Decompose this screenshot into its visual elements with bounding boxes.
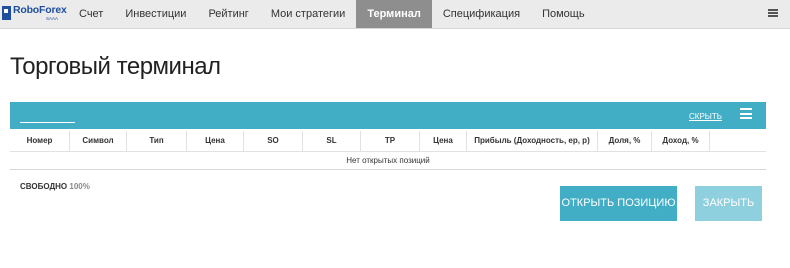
column-header-share: Доля, % [598, 131, 652, 151]
column-header-so: SO [244, 131, 303, 151]
no-positions-message: Нет открытых позиций [10, 152, 766, 170]
column-header-income: Доход, % [652, 131, 710, 151]
open-position-button[interactable]: ОТКРЫТЬ ПОЗИЦИЮ [560, 186, 677, 221]
column-header-tp: TP [361, 131, 420, 151]
terminal-toolbar: СКРЫТЬ [10, 102, 766, 129]
logo-text: RoboForex [13, 4, 67, 16]
nav-item-specification[interactable]: Спецификация [432, 0, 531, 28]
close-button[interactable]: ЗАКРЫТЬ [695, 186, 762, 221]
free-funds-label: СВОБОДНО [20, 182, 68, 191]
column-header-price: Цена [187, 131, 244, 151]
hide-terminal-link[interactable]: СКРЫТЬ [689, 112, 722, 121]
column-header-number: Номер [10, 131, 70, 151]
logo-subtext: SAAA [46, 16, 59, 21]
column-header-type: Тип [127, 131, 187, 151]
column-header-price-current: Цена [420, 131, 467, 151]
nav-item-terminal[interactable]: Терминал [356, 0, 432, 28]
top-navigation: RoboForex SAAA Счет Инвестиции Рейтинг М… [0, 0, 790, 29]
terminal-menu-icon[interactable] [740, 108, 752, 119]
nav-item-investments[interactable]: Инвестиции [114, 0, 197, 28]
nav-item-account[interactable]: Счет [68, 0, 114, 28]
column-header-profit: Прибыль (Доходность, ер, р) [467, 131, 598, 151]
column-header-actions [710, 131, 766, 151]
roboforex-logo[interactable]: RoboForex SAAA [2, 4, 67, 24]
positions-table-header: Номер Символ Тип Цена SO SL TP Цена Приб… [10, 131, 766, 152]
page-title: Торговый терминал [10, 53, 221, 80]
terminal-tab-underline [20, 122, 75, 123]
nav-item-my-strategies[interactable]: Мои стратегии [260, 0, 356, 28]
hamburger-menu-icon[interactable] [768, 9, 778, 17]
nav-item-help[interactable]: Помощь [531, 0, 596, 28]
nav-item-rating[interactable]: Рейтинг [197, 0, 259, 28]
logo-mark-icon [2, 6, 11, 20]
free-funds-value: 100% [69, 182, 90, 191]
main-nav: Счет Инвестиции Рейтинг Мои стратегии Те… [68, 0, 596, 28]
column-header-sl: SL [303, 131, 361, 151]
column-header-symbol: Символ [70, 131, 127, 151]
free-funds: СВОБОДНО 100% [20, 182, 90, 191]
